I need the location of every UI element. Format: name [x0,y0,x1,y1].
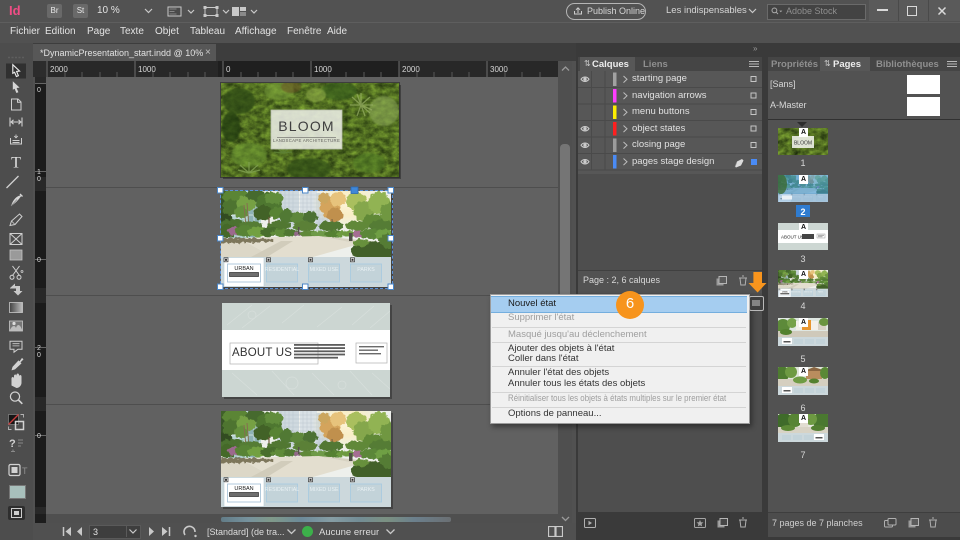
svg-text:1000: 1000 [314,65,332,74]
svg-text:3000: 3000 [490,65,508,74]
svg-text:0: 0 [37,176,41,183]
svg-text:1000: 1000 [138,65,156,74]
svg-text:BLOOM: BLOOM [794,141,812,147]
svg-text:0: 0 [226,65,231,74]
svg-text:0: 0 [37,257,41,264]
svg-text:2000: 2000 [50,65,68,74]
svg-text:?: ? [9,438,16,450]
svg-text:2000: 2000 [402,65,420,74]
svg-text:T: T [11,155,21,172]
svg-text:2: 2 [37,345,41,352]
svg-text:0: 0 [37,433,41,440]
svg-text:LANDSCAPE ARCHITECTURE: LANDSCAPE ARCHITECTURE [273,138,340,143]
svg-text:T: T [22,466,28,476]
svg-text:ABOUT US: ABOUT US [232,347,292,359]
svg-text:ABOUT US: ABOUT US [781,235,804,240]
svg-text:0: 0 [37,87,41,94]
svg-text:0: 0 [37,352,41,359]
svg-text:BLOOM: BLOOM [278,118,335,134]
svg-text:1: 1 [37,169,41,176]
